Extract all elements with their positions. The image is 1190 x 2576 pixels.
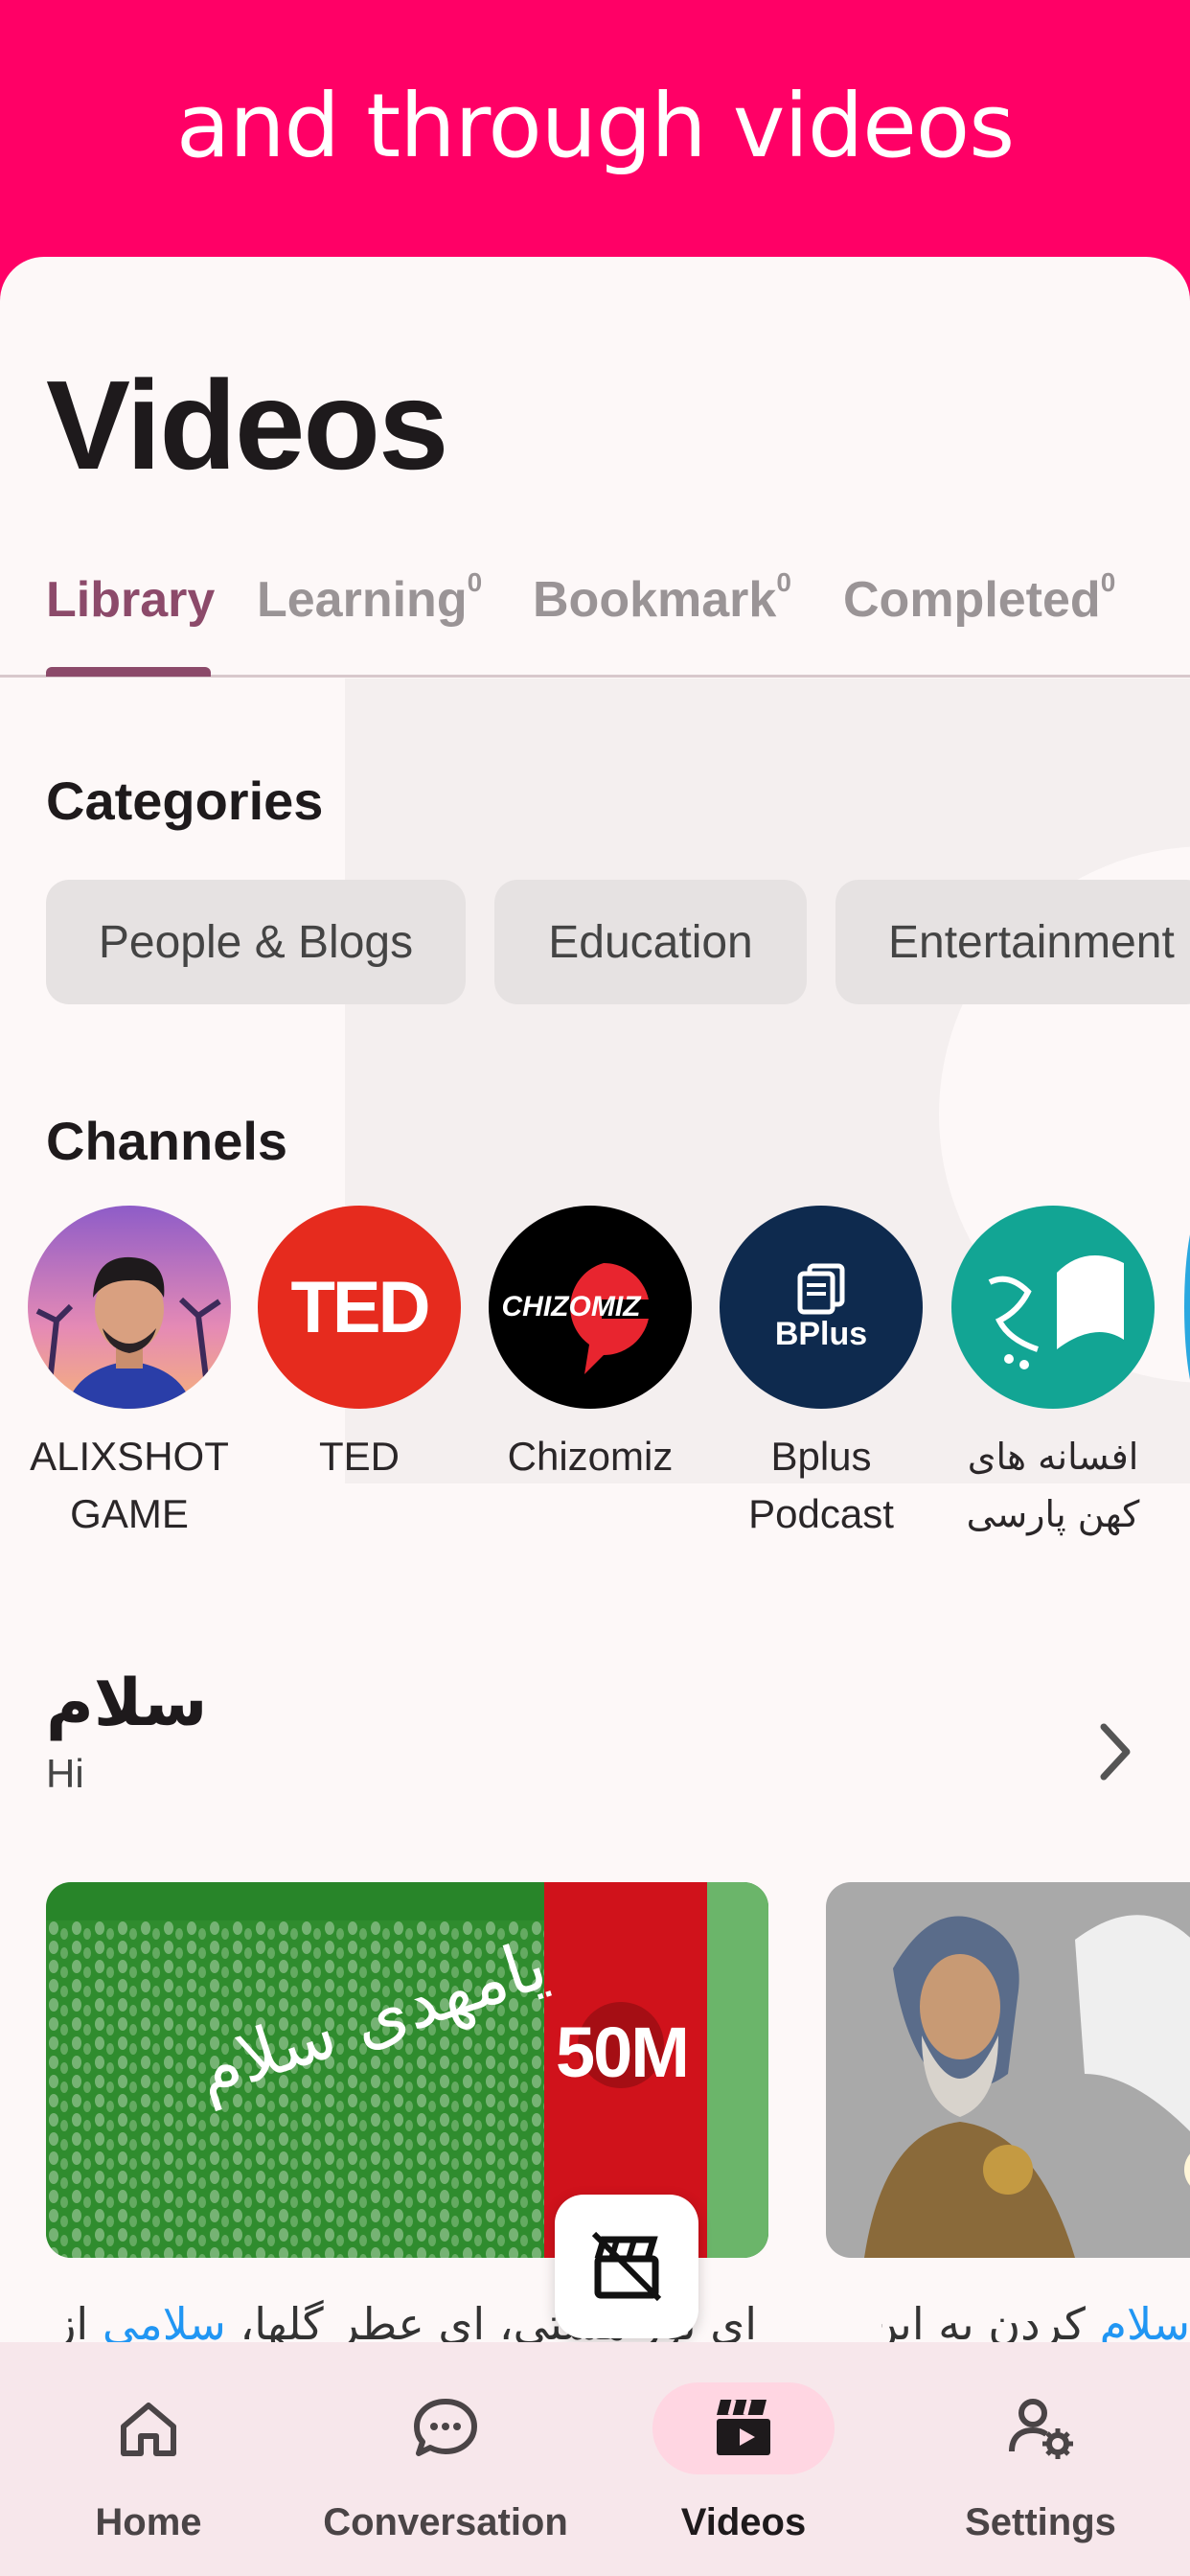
tab-library[interactable]: Library [46,571,215,629]
ted-logo-text: TED [290,1266,431,1348]
home-icon [121,2403,176,2456]
category-chip[interactable]: People & Blogs [46,880,466,1004]
tab-bar: Library Learning0 Bookmark0 Completed0 [0,544,1190,678]
section-title: سلام [46,1666,208,1741]
person-photo-avatar [28,1206,231,1409]
nav-conversation[interactable]: Conversation [297,2342,594,2576]
tab-count: 0 [467,567,483,597]
tab-completed[interactable]: Completed0 [843,567,1115,629]
afsaneh-logo-icon [951,1206,1155,1409]
categories-title: Categories [46,770,324,831]
chizomiz-logo-text: CHIZOMIZ [501,1291,641,1322]
bplus-logo-text: BPlus [774,1315,868,1352]
clapperboard-off-icon [591,2231,662,2302]
category-chip[interactable]: Entertainment [835,880,1190,1004]
channel-name: افسانه های کهن پارسی [966,1436,1140,1535]
chizomiz-logo-icon: CHIZOMIZ [489,1206,692,1409]
channel-item[interactable]: افسانه های کهن پارسی [938,1206,1168,1543]
tab-bookmark[interactable]: Bookmark0 [533,567,791,629]
clapperboard-icon [717,2399,770,2455]
active-tab-indicator [46,667,211,677]
ted-logo-icon: TED [258,1206,461,1409]
chevron-right-icon[interactable] [1092,1714,1140,1790]
channel-item[interactable]: CHIZOMIZ Chizomiz [475,1206,705,1485]
channel-item[interactable]: ALIXSHOT GAME [14,1206,244,1543]
nav-videos[interactable]: Videos [595,2342,892,2576]
channel-name: ALIXSHOT GAME [30,1434,229,1536]
channel-name: Chizomiz [507,1434,674,1479]
banner-caption: and through videos [175,75,1015,177]
tab-learning[interactable]: Learning0 [257,567,482,629]
bplus-logo-icon: BPlus [720,1206,923,1409]
channel-name: TED [319,1434,400,1479]
channel-item[interactable]: TED TED [244,1206,474,1485]
nav-settings[interactable]: Settings [892,2342,1189,2576]
nav-label: Home [95,2501,202,2543]
video-thumbnail[interactable] [826,1882,1190,2258]
tab-count: 0 [1100,567,1116,597]
tab-label: Completed [843,572,1101,628]
channel-name: Bplus Podcast [748,1434,894,1536]
nav-label: Videos [680,2501,807,2543]
channel-item[interactable]: BPlus Bplus Podcast [706,1206,936,1543]
user-settings-icon [1009,2399,1073,2459]
channels-title: Channels [46,1111,288,1171]
bottom-navigation: Home Conversation Videos Settings [0,2342,1190,2576]
page-title: Videos [46,355,448,495]
nav-label: Settings [965,2501,1116,2543]
promo-banner: and through videos [0,0,1190,278]
tab-label: Library [46,572,216,628]
video-fab-button[interactable] [555,2195,698,2338]
main-sheet: Videos Library Learning0 Bookmark0 Compl… [0,257,1190,2576]
views-badge: 50M [556,2012,690,2092]
nav-label: Conversation [323,2501,568,2543]
tab-label: Bookmark [533,572,777,628]
tab-label: Learning [257,572,468,628]
section-subtitle: Hi [46,1751,84,1796]
nav-home[interactable]: Home [0,2342,297,2576]
chat-bubble-icon [414,2399,477,2456]
video-section-header: سلام Hi [46,1666,207,1797]
tab-count: 0 [776,567,791,597]
category-chip[interactable]: Education [494,880,807,1004]
